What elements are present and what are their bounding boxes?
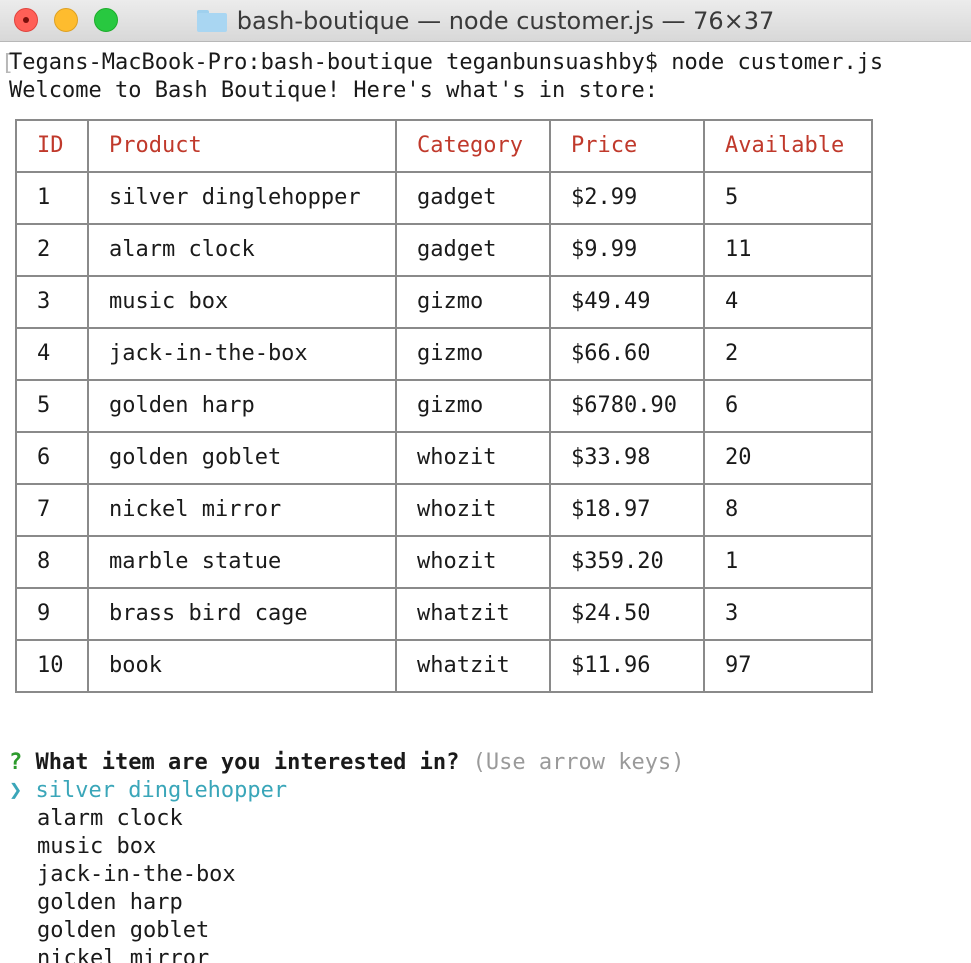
menu-option[interactable]: nickel mirror: [37, 945, 209, 963]
cell-id: 8: [15, 535, 89, 589]
cell-category: whozit: [395, 483, 551, 537]
cell-category: gizmo: [395, 327, 551, 381]
cell-id: 5: [15, 379, 89, 433]
table-row: 9 brass bird cage whatzit $24.50 3: [15, 587, 873, 641]
table-row: 6 golden goblet whozit $33.98 20: [15, 431, 873, 485]
table-row: 8 marble statue whozit $359.20 1: [15, 535, 873, 589]
table-row: 4 jack-in-the-box gizmo $66.60 2: [15, 327, 873, 381]
menu-option[interactable]: music box: [37, 833, 156, 861]
cell-available: 5: [703, 171, 873, 225]
menu-option[interactable]: golden harp: [37, 889, 183, 917]
table-header-row: ID Product Category Price Available: [15, 119, 873, 173]
table-row: 7 nickel mirror whozit $18.97 8: [15, 483, 873, 537]
cell-category: whatzit: [395, 587, 551, 641]
window-title-area: bash-boutique — node customer.js — 76×37: [0, 0, 971, 42]
cell-available: 4: [703, 275, 873, 329]
cell-product: golden harp: [87, 379, 397, 433]
question-text: What item are you interested in?: [35, 750, 460, 775]
cell-product: book: [87, 639, 397, 693]
cell-price: $33.98: [549, 431, 705, 485]
cell-id: 1: [15, 171, 89, 225]
cell-price: $18.97: [549, 483, 705, 537]
cell-id: 3: [15, 275, 89, 329]
table-row: 3 music box gizmo $49.49 4: [15, 275, 873, 329]
cell-product: music box: [87, 275, 397, 329]
cell-available: 3: [703, 587, 873, 641]
table-row: 1 silver dinglehopper gadget $2.99 5: [15, 171, 873, 225]
cell-category: whozit: [395, 535, 551, 589]
selected-option-label: silver dinglehopper: [35, 778, 288, 803]
pointer-icon: ❯: [9, 778, 23, 803]
cell-price: $66.60: [549, 327, 705, 381]
table-row: 10 book whatzit $11.96 97: [15, 639, 873, 693]
cell-category: gizmo: [395, 275, 551, 329]
cell-category: gizmo: [395, 379, 551, 433]
cell-product: marble statue: [87, 535, 397, 589]
table-row: 5 golden harp gizmo $6780.90 6: [15, 379, 873, 433]
question-line: ? What item are you interested in? (Use …: [9, 749, 685, 777]
cell-id: 7: [15, 483, 89, 537]
cell-id: 9: [15, 587, 89, 641]
cell-category: whatzit: [395, 639, 551, 693]
column-header-product: Product: [87, 119, 397, 173]
welcome-line: Welcome to Bash Boutique! Here's what's …: [9, 78, 659, 103]
cell-product: jack-in-the-box: [87, 327, 397, 381]
cell-category: whozit: [395, 431, 551, 485]
cell-category: gadget: [395, 223, 551, 277]
column-header-price: Price: [549, 119, 705, 173]
cell-product: nickel mirror: [87, 483, 397, 537]
menu-option-selected[interactable]: ❯ silver dinglehopper: [9, 777, 287, 805]
cell-available: 8: [703, 483, 873, 537]
table-row: 2 alarm clock gadget $9.99 11: [15, 223, 873, 277]
cell-category: gadget: [395, 171, 551, 225]
cell-price: $6780.90: [549, 379, 705, 433]
cell-product: golden goblet: [87, 431, 397, 485]
cell-price: $359.20: [549, 535, 705, 589]
cell-available: 6: [703, 379, 873, 433]
shell-prompt-line: Tegans-MacBook-Pro:bash-boutique teganbu…: [9, 50, 884, 75]
column-header-available: Available: [703, 119, 873, 173]
table-body: 1 silver dinglehopper gadget $2.99 5 2 alarm c…: [15, 171, 873, 693]
cell-price: $49.49: [549, 275, 705, 329]
product-table: ID Product Category Price Available 1 sil…: [15, 119, 873, 693]
terminal-body[interactable]: [ Tegans-MacBook-Pro:bash-boutique tegan…: [0, 42, 971, 963]
cell-available: 2: [703, 327, 873, 381]
title-bar: bash-boutique — node customer.js — 76×37: [0, 0, 971, 42]
cell-id: 6: [15, 431, 89, 485]
cell-price: $2.99: [549, 171, 705, 225]
cell-id: 2: [15, 223, 89, 277]
cell-product: brass bird cage: [87, 587, 397, 641]
folder-icon: [196, 10, 227, 32]
column-header-id: ID: [15, 119, 89, 173]
cell-price: $9.99: [549, 223, 705, 277]
menu-option[interactable]: alarm clock: [37, 805, 183, 833]
window-title: bash-boutique — node customer.js — 76×37: [236, 7, 775, 35]
cell-available: 20: [703, 431, 873, 485]
menu-option[interactable]: jack-in-the-box: [37, 861, 236, 889]
menu-option[interactable]: golden goblet: [37, 917, 209, 945]
cell-price: $11.96: [549, 639, 705, 693]
question-marker: ?: [9, 750, 23, 775]
cell-id: 4: [15, 327, 89, 381]
cell-price: $24.50: [549, 587, 705, 641]
cell-product: silver dinglehopper: [87, 171, 397, 225]
question-hint: (Use arrow keys): [472, 750, 685, 775]
cell-available: 11: [703, 223, 873, 277]
cell-product: alarm clock: [87, 223, 397, 277]
column-header-category: Category: [395, 119, 551, 173]
cell-available: 1: [703, 535, 873, 589]
cell-id: 10: [15, 639, 89, 693]
cell-available: 97: [703, 639, 873, 693]
